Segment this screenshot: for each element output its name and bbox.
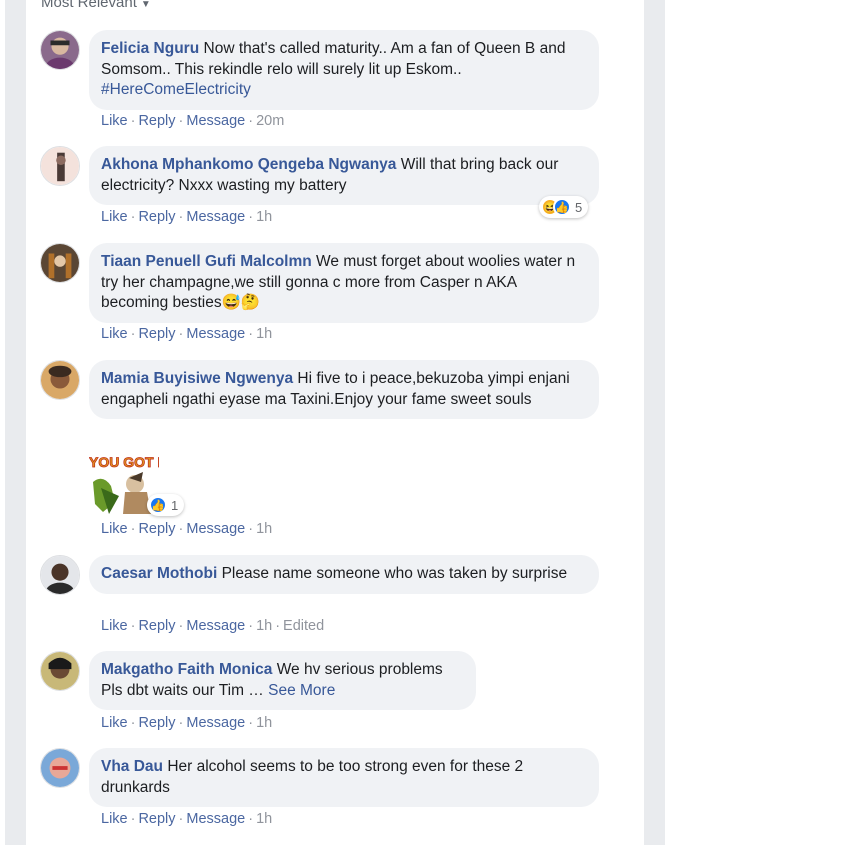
avatar[interactable] [40,146,80,186]
message-button[interactable]: Message [186,618,245,634]
edited-label[interactable]: Edited [283,618,324,634]
reply-button[interactable]: Reply [138,209,175,225]
commenter-name[interactable]: Akhona Mphankomo Qengeba Ngwanya [101,156,396,173]
timestamp[interactable]: 1h [256,811,272,827]
avatar[interactable] [40,555,80,595]
comment-bubble: Akhona Mphankomo Qengeba Ngwanya Will th… [89,146,599,205]
timestamp[interactable]: 1h [256,209,272,225]
commenter-name[interactable]: Felicia Nguru [101,40,199,57]
message-button[interactable]: Message [186,113,245,129]
comment-actions: Like · Reply · Message · 1h [101,811,273,827]
comment-bubble: Makgatho Faith Monica We hv serious prob… [89,651,476,710]
commenter-name[interactable]: Makgatho Faith Monica [101,661,272,678]
avatar[interactable] [40,748,80,788]
reaction-count: 1 [171,497,179,513]
commenter-name[interactable]: Vha Dau [101,758,163,775]
comment-bubble: Caesar Mothobi Please name someone who w… [89,555,599,594]
timestamp[interactable]: 1h [256,715,272,731]
comment-actions: Like · Reply · Message · 20m [101,113,285,129]
like-button[interactable]: Like [101,811,128,827]
hashtag-link[interactable]: #HereComeElectricity [101,81,251,98]
comment-bubble: Tiaan Penuell Gufi Malcolmn We must forg… [89,243,599,323]
reaction-summary[interactable]: 😆 👍 5 [539,196,589,218]
avatar[interactable] [40,651,80,691]
reply-button[interactable]: Reply [138,811,175,827]
comment-bubble: Mamia Buyisiwe Ngwenya Hi five to i peac… [89,360,599,419]
like-button[interactable]: Like [101,715,128,731]
reply-button[interactable]: Reply [138,715,175,731]
like-reaction-icon: 👍 [149,496,167,514]
timestamp[interactable]: 20m [256,113,284,129]
message-button[interactable]: Message [186,715,245,731]
like-button[interactable]: Like [101,326,128,342]
like-button[interactable]: Like [101,521,128,537]
reaction-summary[interactable]: 👍 1 [147,494,185,516]
comment-text: Please name someone who was taken by sur… [221,565,568,582]
like-button[interactable]: Like [101,618,128,634]
commenter-name[interactable]: Mamia Buyisiwe Ngwenya [101,370,293,387]
message-button[interactable]: Message [186,521,245,537]
timestamp[interactable]: 1h [256,326,272,342]
sort-label: Most Relevant [41,0,137,11]
sticker-lettering: YOU GOT IT [89,454,159,470]
reply-button[interactable]: Reply [138,326,175,342]
comment-actions: Like · Reply · Message · 1h [101,326,273,342]
reply-button[interactable]: Reply [138,521,175,537]
reply-button[interactable]: Reply [138,113,175,129]
message-button[interactable]: Message [186,326,245,342]
commenter-name[interactable]: Caesar Mothobi [101,565,217,582]
commenter-name[interactable]: Tiaan Penuell Gufi Malcolmn [101,253,312,270]
comment-actions: Like · Reply · Message · 1h [101,715,273,731]
avatar[interactable] [40,243,80,283]
sort-dropdown[interactable]: Most Relevant ▼ [41,0,151,11]
like-reaction-icon: 👍 [553,198,571,216]
chevron-down-icon: ▼ [140,0,151,10]
comment-bubble: Felicia Nguru Now that's called maturity… [89,30,599,110]
comment-text: Her alcohol seems to be too strong even … [101,758,524,796]
comment-actions: Like · Reply · Message · 1h [101,521,273,537]
timestamp[interactable]: 1h [256,618,272,634]
avatar[interactable] [40,360,80,400]
message-button[interactable]: Message [186,209,245,225]
timestamp[interactable]: 1h [256,521,272,537]
reaction-count: 5 [575,199,583,215]
comment-actions: Like · Reply · Message · 1h · Edited [101,618,325,634]
comment-actions: Like · Reply · Message · 1h [101,209,273,225]
see-more-link[interactable]: See More [268,682,335,699]
like-button[interactable]: Like [101,209,128,225]
message-button[interactable]: Message [186,811,245,827]
like-button[interactable]: Like [101,113,128,129]
avatar[interactable] [40,30,80,70]
reply-button[interactable]: Reply [138,618,175,634]
comment-bubble: Vha Dau Her alcohol seems to be too stro… [89,748,599,807]
